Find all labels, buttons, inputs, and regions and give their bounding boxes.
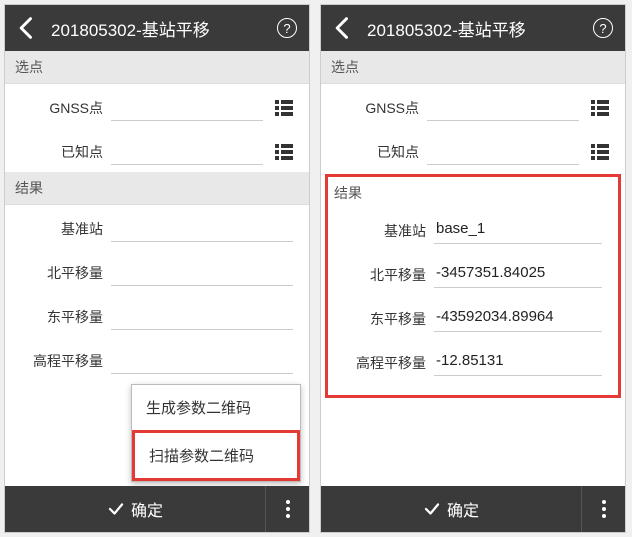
more-button[interactable] (581, 486, 625, 532)
confirm-button[interactable]: 确定 (321, 497, 581, 521)
row-base: 基准站 (5, 205, 309, 249)
value-known[interactable] (111, 139, 263, 165)
label-east: 东平移量 (338, 309, 434, 329)
label-height: 高程平移量 (338, 353, 434, 373)
list-icon (588, 140, 612, 164)
bottombar: 确定 (5, 486, 309, 532)
back-icon (329, 14, 357, 42)
row-gnss: GNSS点 (321, 84, 625, 128)
help-button[interactable]: ? (273, 14, 301, 42)
row-base: 基准站 base_1 (328, 207, 618, 251)
pick-known-button[interactable] (585, 140, 615, 164)
row-east: 东平移量 (5, 293, 309, 337)
label-north: 北平移量 (338, 265, 434, 285)
row-east: 东平移量 -43592034.89964 (328, 295, 618, 339)
back-icon (13, 14, 41, 42)
context-menu: 生成参数二维码 扫描参数二维码 (131, 384, 301, 482)
help-button[interactable]: ? (589, 14, 617, 42)
more-button[interactable] (265, 486, 309, 532)
content-right: 选点 GNSS点 已知点 结果 基准站 base_1 北平移量 -3457351 (321, 51, 625, 486)
row-gnss: GNSS点 (5, 84, 309, 128)
more-icon (602, 500, 606, 518)
topbar: 201805302-基站平移 ? (321, 5, 625, 51)
label-known: 已知点 (331, 142, 427, 162)
label-height: 高程平移量 (15, 351, 111, 371)
value-height[interactable]: -12.85131 (434, 350, 602, 376)
label-east: 东平移量 (15, 307, 111, 327)
section-select-point: 选点 (321, 51, 625, 84)
list-icon (272, 96, 296, 120)
label-base: 基准站 (15, 219, 111, 239)
help-icon: ? (593, 18, 613, 38)
row-height: 高程平移量 (5, 337, 309, 381)
value-east[interactable] (111, 304, 293, 330)
label-gnss: GNSS点 (15, 98, 111, 118)
value-known[interactable] (427, 139, 579, 165)
page-title: 201805302-基站平移 (51, 16, 263, 41)
check-icon (107, 500, 125, 518)
value-north[interactable] (111, 260, 293, 286)
label-base: 基准站 (338, 221, 434, 241)
back-button[interactable] (329, 14, 357, 42)
list-icon (588, 96, 612, 120)
menu-scan-qr[interactable]: 扫描参数二维码 (132, 430, 300, 481)
back-button[interactable] (13, 14, 41, 42)
value-gnss[interactable] (427, 95, 579, 121)
page-title: 201805302-基站平移 (367, 16, 579, 41)
bottombar: 确定 (321, 486, 625, 532)
section-result: 结果 (5, 172, 309, 205)
menu-generate-qr[interactable]: 生成参数二维码 (132, 385, 300, 430)
content-left: 选点 GNSS点 已知点 结果 基准站 北平移量 东平移量 (5, 51, 309, 486)
row-known: 已知点 (5, 128, 309, 172)
list-icon (272, 140, 296, 164)
confirm-label: 确定 (447, 497, 479, 521)
value-base[interactable]: base_1 (434, 218, 602, 244)
row-north: 北平移量 -3457351.84025 (328, 251, 618, 295)
value-east[interactable]: -43592034.89964 (434, 306, 602, 332)
pick-gnss-button[interactable] (585, 96, 615, 120)
results-highlight: 结果 基准站 base_1 北平移量 -3457351.84025 东平移量 -… (325, 174, 621, 398)
row-known: 已知点 (321, 128, 625, 172)
confirm-label: 确定 (131, 497, 163, 521)
phone-right: 201805302-基站平移 ? 选点 GNSS点 已知点 结果 基准站 bas… (320, 4, 626, 533)
section-result: 结果 (328, 179, 618, 207)
row-height: 高程平移量 -12.85131 (328, 339, 618, 383)
label-north: 北平移量 (15, 263, 111, 283)
pick-gnss-button[interactable] (269, 96, 299, 120)
section-select-point: 选点 (5, 51, 309, 84)
phone-left: 201805302-基站平移 ? 选点 GNSS点 已知点 结果 基准站 北平 (4, 4, 310, 533)
help-icon: ? (277, 18, 297, 38)
label-known: 已知点 (15, 142, 111, 162)
topbar: 201805302-基站平移 ? (5, 5, 309, 51)
value-height[interactable] (111, 348, 293, 374)
pick-known-button[interactable] (269, 140, 299, 164)
value-gnss[interactable] (111, 95, 263, 121)
confirm-button[interactable]: 确定 (5, 497, 265, 521)
value-base[interactable] (111, 216, 293, 242)
label-gnss: GNSS点 (331, 98, 427, 118)
more-icon (286, 500, 290, 518)
row-north: 北平移量 (5, 249, 309, 293)
check-icon (423, 500, 441, 518)
value-north[interactable]: -3457351.84025 (434, 262, 602, 288)
